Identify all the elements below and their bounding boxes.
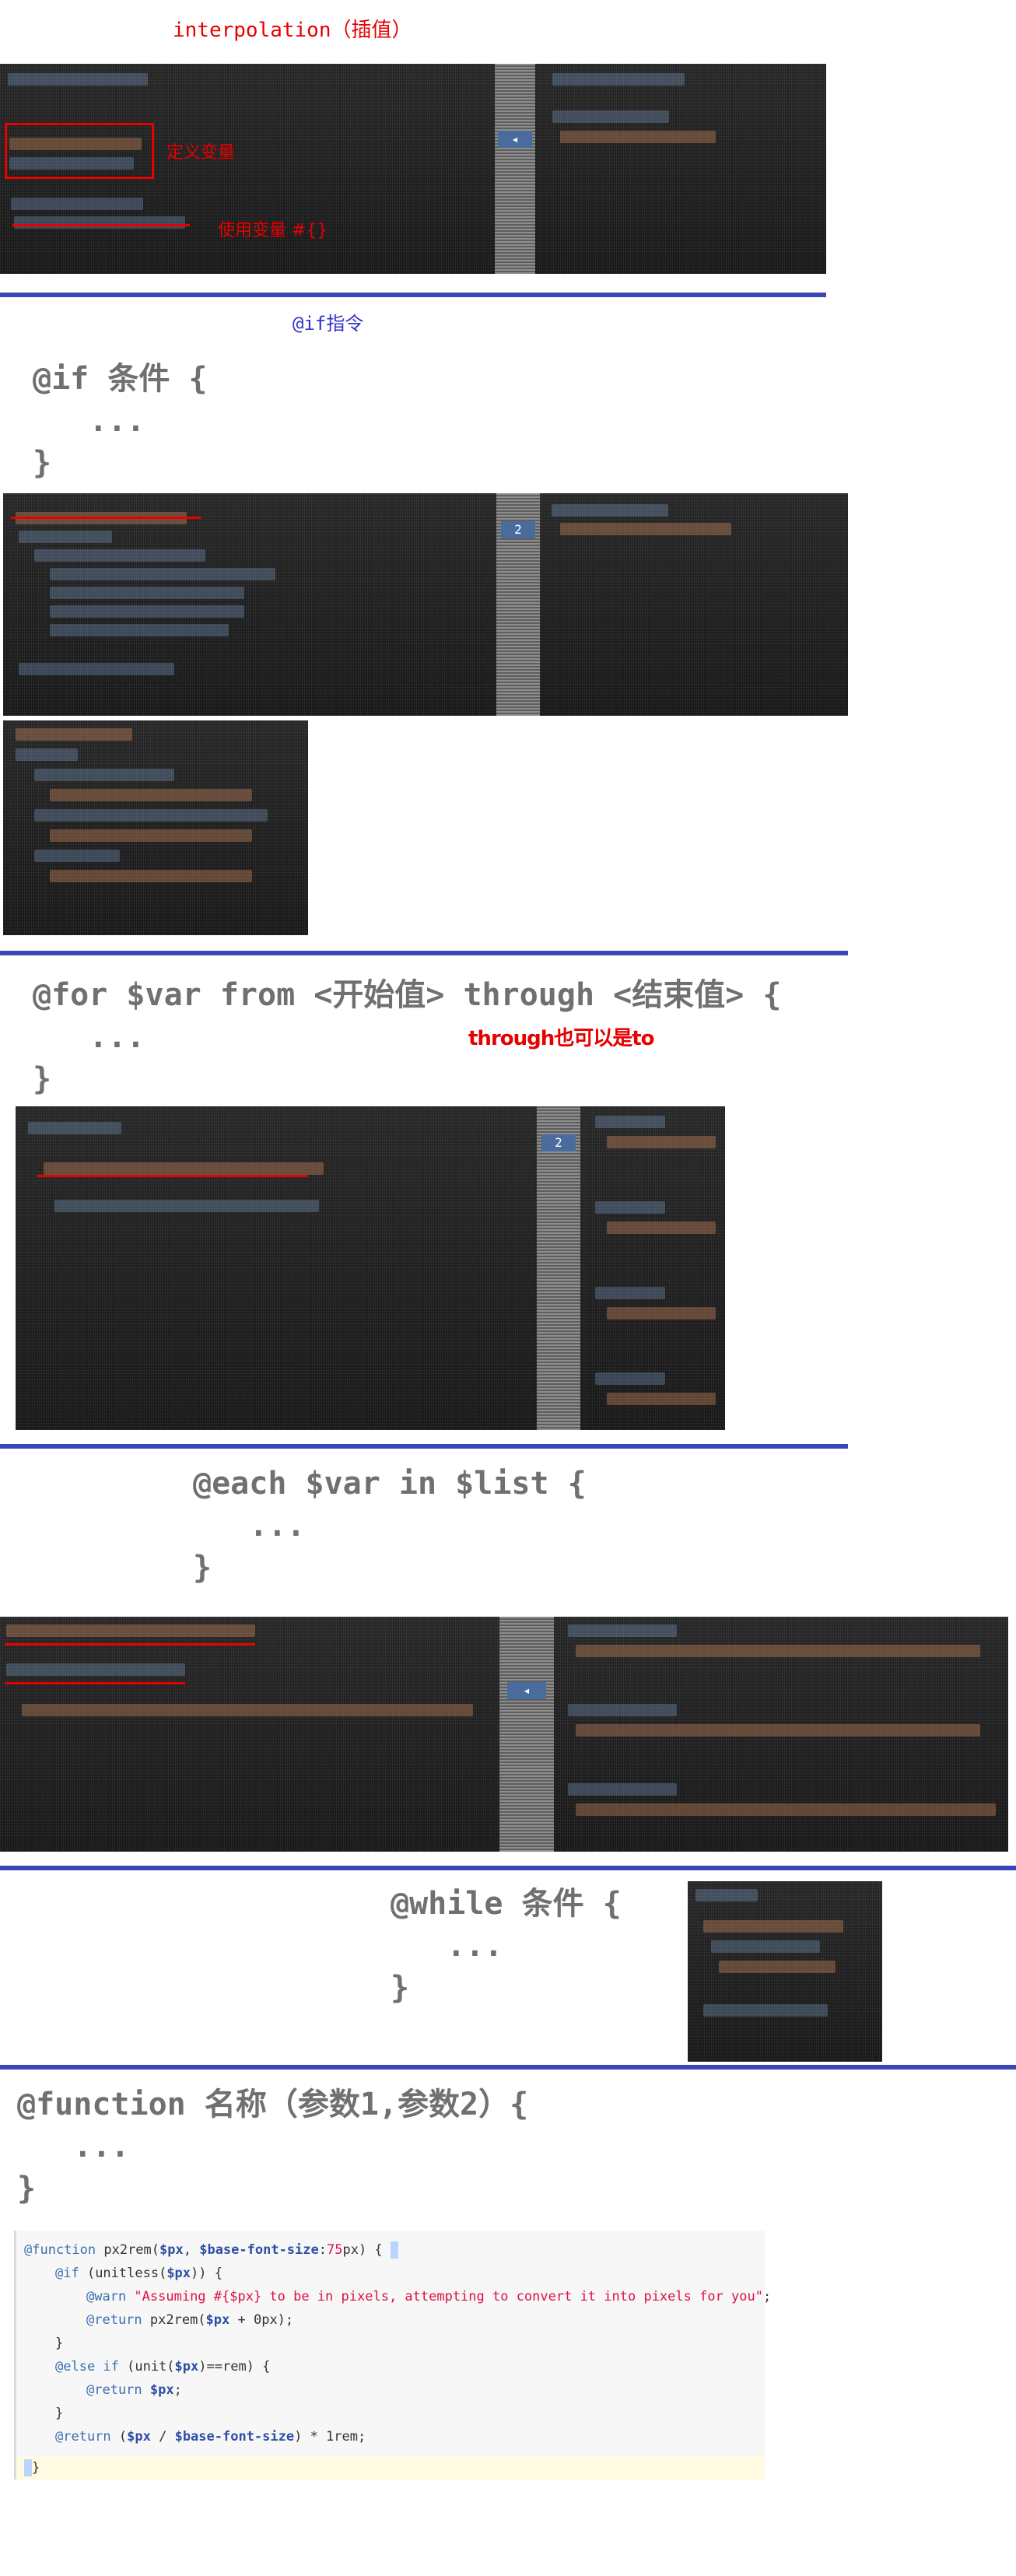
while-syntax: @while 条件 { ...} <box>391 1886 622 2006</box>
function-syntax: @function 名称（参数1,参数2）{ ...} <box>17 2087 529 2206</box>
each-underline-2 <box>5 1682 185 1684</box>
function-code-example: @function px2rem($px, $base-font-size:75… <box>14 2231 771 2480</box>
if-screenshot-2 <box>3 720 308 935</box>
variable-definition-box <box>5 123 154 179</box>
if-title: @if指令 <box>293 313 364 335</box>
if-underline <box>11 517 201 519</box>
interpolation-title: interpolation（插值） <box>173 19 412 42</box>
section-separator <box>0 1444 848 1449</box>
section-separator <box>0 293 826 297</box>
code-line-6: @else if (unit($px)==rem) { <box>55 2359 271 2374</box>
screenshot-gutter <box>495 64 535 274</box>
section-separator <box>0 2065 1016 2070</box>
code-line-4: @return px2rem($px + 0px); <box>86 2312 294 2328</box>
screenshot-gutter <box>499 1617 554 1852</box>
current-line-highlight <box>16 2456 765 2480</box>
each-screenshot: ◂ <box>0 1617 1008 1852</box>
each-syntax: @each $var in $list { ...} <box>193 1466 587 1586</box>
use-variable-underline <box>12 224 190 226</box>
code-line-8: } <box>55 2406 64 2421</box>
for-syntax: @for $var from <开始值> through <结束值> { ...… <box>33 977 782 1097</box>
for-screenshot: 2 <box>16 1106 725 1430</box>
code-line-9: @return ($px / $base-font-size) * 1rem; <box>55 2429 366 2445</box>
code-line-5: } <box>55 2336 64 2351</box>
note-through-to: through也可以是to <box>468 1027 655 1050</box>
screenshot-gutter <box>537 1106 580 1430</box>
code-line-7: @return $px; <box>86 2382 182 2398</box>
if-syntax: @if 条件 { ...} <box>33 361 208 481</box>
note-define-variable: 定义变量 <box>166 143 236 163</box>
note-use-variable: 使用变量 #{} <box>218 221 328 240</box>
code-line-10: } <box>24 2456 40 2480</box>
code-line-3: @warn "Assuming #{$px} to be in pixels, … <box>86 2289 772 2304</box>
if-screenshot-1: 2 <box>3 493 848 716</box>
code-line-2: @if (unitless($px)) { <box>55 2266 222 2281</box>
code-line-1: @function px2rem($px, $base-font-size:75… <box>24 2238 398 2262</box>
section-separator <box>0 1866 1016 1870</box>
while-screenshot <box>688 1881 882 2062</box>
each-underline-1 <box>5 1643 255 1645</box>
for-underline <box>37 1175 308 1177</box>
section-separator <box>0 951 848 955</box>
